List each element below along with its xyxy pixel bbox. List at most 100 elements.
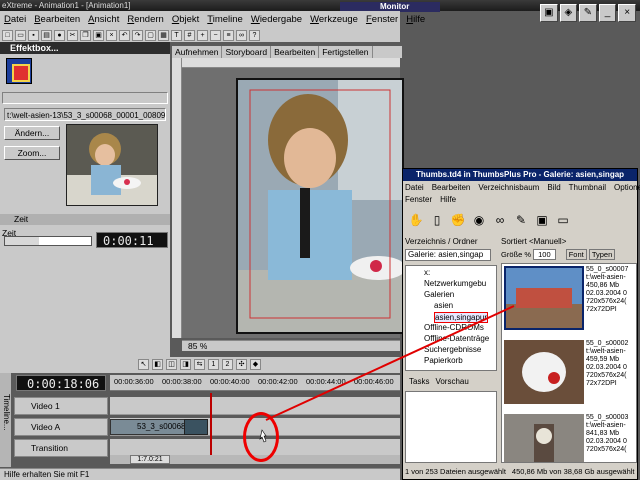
tree-item-galleries[interactable]: Galerien [424, 290, 454, 299]
tp-menu-hilfe[interactable]: Hilfe [440, 195, 456, 206]
palette-icon[interactable]: ◈ [559, 4, 578, 22]
tree-item-network[interactable]: Netzwerkumgebu [424, 279, 486, 288]
tab-bearbeiten[interactable]: Bearbeiten [271, 46, 320, 58]
cut-icon[interactable]: ✂ [67, 29, 78, 41]
menu-ansicht[interactable]: Ansicht [88, 14, 119, 25]
split-icon[interactable]: ◫ [166, 359, 177, 370]
zoom-in-icon[interactable]: + [197, 29, 208, 41]
tab-preview[interactable]: Vorschau [435, 375, 468, 389]
thumbnail-image[interactable] [504, 340, 584, 404]
film-icon[interactable]: ▦ [158, 29, 169, 41]
tp-menu-fenster[interactable]: Fenster [405, 195, 432, 206]
menu-rendern[interactable]: Rendern [127, 14, 163, 25]
menu-datei[interactable]: Datei [4, 14, 26, 25]
clip-selector[interactable] [2, 92, 168, 104]
status-bar: Hilfe erhalten Sie mit F1 [0, 468, 400, 480]
save-icon[interactable]: ▪ [28, 29, 39, 41]
timeline-clip-thumbnail[interactable] [184, 419, 208, 435]
trim-icon[interactable]: ◧ [152, 359, 163, 370]
tab-aufnehmen[interactable]: Aufnehmen [172, 46, 223, 58]
tab-tasks[interactable]: Tasks [409, 375, 429, 389]
tree-item-asien-singapur[interactable]: asien,singapur [434, 312, 489, 323]
glasses-icon[interactable]: ∞ [491, 211, 509, 229]
hand-icon[interactable]: ✋ [407, 211, 425, 229]
change-button[interactable]: Ändern... [4, 126, 60, 140]
slideshow-icon[interactable]: ▣ [533, 211, 551, 229]
track-video-1[interactable]: Video 1 [14, 397, 108, 415]
copy-icon[interactable]: ❐ [80, 29, 91, 41]
marker-icon[interactable]: ◆ [250, 359, 261, 370]
pointer-icon[interactable]: ↖ [138, 359, 149, 370]
print-icon[interactable]: ▤ [41, 29, 52, 41]
ripple-icon[interactable]: ◨ [180, 359, 191, 370]
types-button[interactable]: Typen [588, 249, 616, 260]
help-icon[interactable]: ? [249, 29, 260, 41]
track-one-icon[interactable]: 1 [208, 359, 219, 370]
timeline-zoom-value[interactable]: 1:7.0:21 [130, 455, 170, 464]
zoom-out-icon[interactable]: − [210, 29, 221, 41]
menu-werkzeuge[interactable]: Werkzeuge [310, 14, 358, 25]
app-icon[interactable]: ▣ [540, 4, 558, 22]
grab-icon[interactable]: ✊ [449, 211, 467, 229]
tab-storyboard[interactable]: Storyboard [222, 46, 272, 58]
slip-icon[interactable]: ⇆ [194, 359, 205, 370]
page-icon[interactable]: ▯ [428, 211, 446, 229]
menu-bearbeiten[interactable]: Bearbeiten [34, 14, 80, 25]
playhead[interactable] [210, 393, 212, 457]
timeline-ruler[interactable]: 00:00:36:00 00:00:38:00 00:00:40:00 00:0… [110, 375, 400, 391]
tp-menu-bild[interactable]: Bild [547, 183, 560, 194]
tab-fertigstellen[interactable]: Fertigstellen [319, 46, 373, 58]
thumbsplus-title[interactable]: Thumbs.td4 in ThumbsPlus Pro - Galerie: … [403, 169, 637, 181]
menu-hilfe[interactable]: Hilfe [406, 14, 425, 25]
frame-icon[interactable]: ▭ [554, 211, 572, 229]
zoom-button[interactable]: Zoom... [4, 146, 60, 160]
gallery-select[interactable]: Galerie: asien,singap [405, 249, 491, 261]
video-frame[interactable] [236, 78, 404, 334]
thumbnail-image[interactable] [504, 266, 584, 330]
tree-item-search-results[interactable]: Suchergebnisse [424, 345, 481, 354]
delete-icon[interactable]: × [106, 29, 117, 41]
filmstrip-icon[interactable] [6, 58, 32, 84]
magnet-icon[interactable]: ✣ [236, 359, 247, 370]
redo-icon[interactable]: ↷ [132, 29, 143, 41]
brush-icon[interactable]: ✎ [512, 211, 530, 229]
time-section-header[interactable]: Zeit [0, 214, 170, 225]
track-two-icon[interactable]: 2 [222, 359, 233, 370]
frame-icon[interactable]: ▢ [145, 29, 156, 41]
zoom-level[interactable]: 85 % [188, 341, 207, 352]
open-icon[interactable]: ▭ [15, 29, 26, 41]
tp-menu-bearbeiten[interactable]: Bearbeiten [432, 183, 471, 194]
grid-icon[interactable]: # [184, 29, 195, 41]
menu-wiedergabe[interactable]: Wiedergabe [251, 14, 302, 25]
render-icon[interactable]: ● [54, 29, 65, 41]
new-icon[interactable]: □ [2, 29, 13, 41]
font-button[interactable]: Font [565, 249, 587, 260]
time-slider[interactable] [4, 236, 92, 246]
menu-objekt[interactable]: Objekt [172, 14, 199, 25]
tools-icon[interactable]: ✎ [579, 4, 597, 22]
menu-fenster[interactable]: Fenster [366, 14, 398, 25]
track-transition[interactable]: Transition [14, 439, 108, 457]
tp-menu-verzeichnisbaum[interactable]: Verzeichnisbaum [478, 183, 539, 194]
text-icon[interactable]: T [171, 29, 182, 41]
tree-item-trash[interactable]: Papierkorb [424, 356, 463, 365]
tree-item-x[interactable]: x: [424, 268, 430, 277]
menu-timeline[interactable]: Timeline [207, 14, 243, 25]
tp-menu-datei[interactable]: Datei [405, 183, 424, 194]
link-icon[interactable]: ∞ [236, 29, 247, 41]
minimize-icon[interactable]: _ [598, 4, 617, 22]
layers-icon[interactable]: ≡ [223, 29, 234, 41]
tp-menu-thumbnail[interactable]: Thumbnail [569, 183, 606, 194]
size-input[interactable]: 100 [533, 249, 556, 260]
track-video-a[interactable]: Video A [14, 418, 108, 436]
paste-icon[interactable]: ▣ [93, 29, 104, 41]
tree-item-offline-drives[interactable]: Offline-Datenträge [424, 334, 489, 343]
tree-item-offline-cdroms[interactable]: Offline-CDROMs [424, 323, 484, 332]
sort-header[interactable]: Sortiert <Manuell> [499, 236, 637, 247]
tree-item-asien[interactable]: asien [434, 301, 453, 310]
tp-menu-optionen[interactable]: Optionen [614, 183, 640, 194]
close-icon[interactable]: × [618, 4, 636, 22]
undo-icon[interactable]: ↶ [119, 29, 130, 41]
thumbnail-image[interactable] [504, 414, 584, 462]
eye-icon[interactable]: ◉ [470, 211, 488, 229]
